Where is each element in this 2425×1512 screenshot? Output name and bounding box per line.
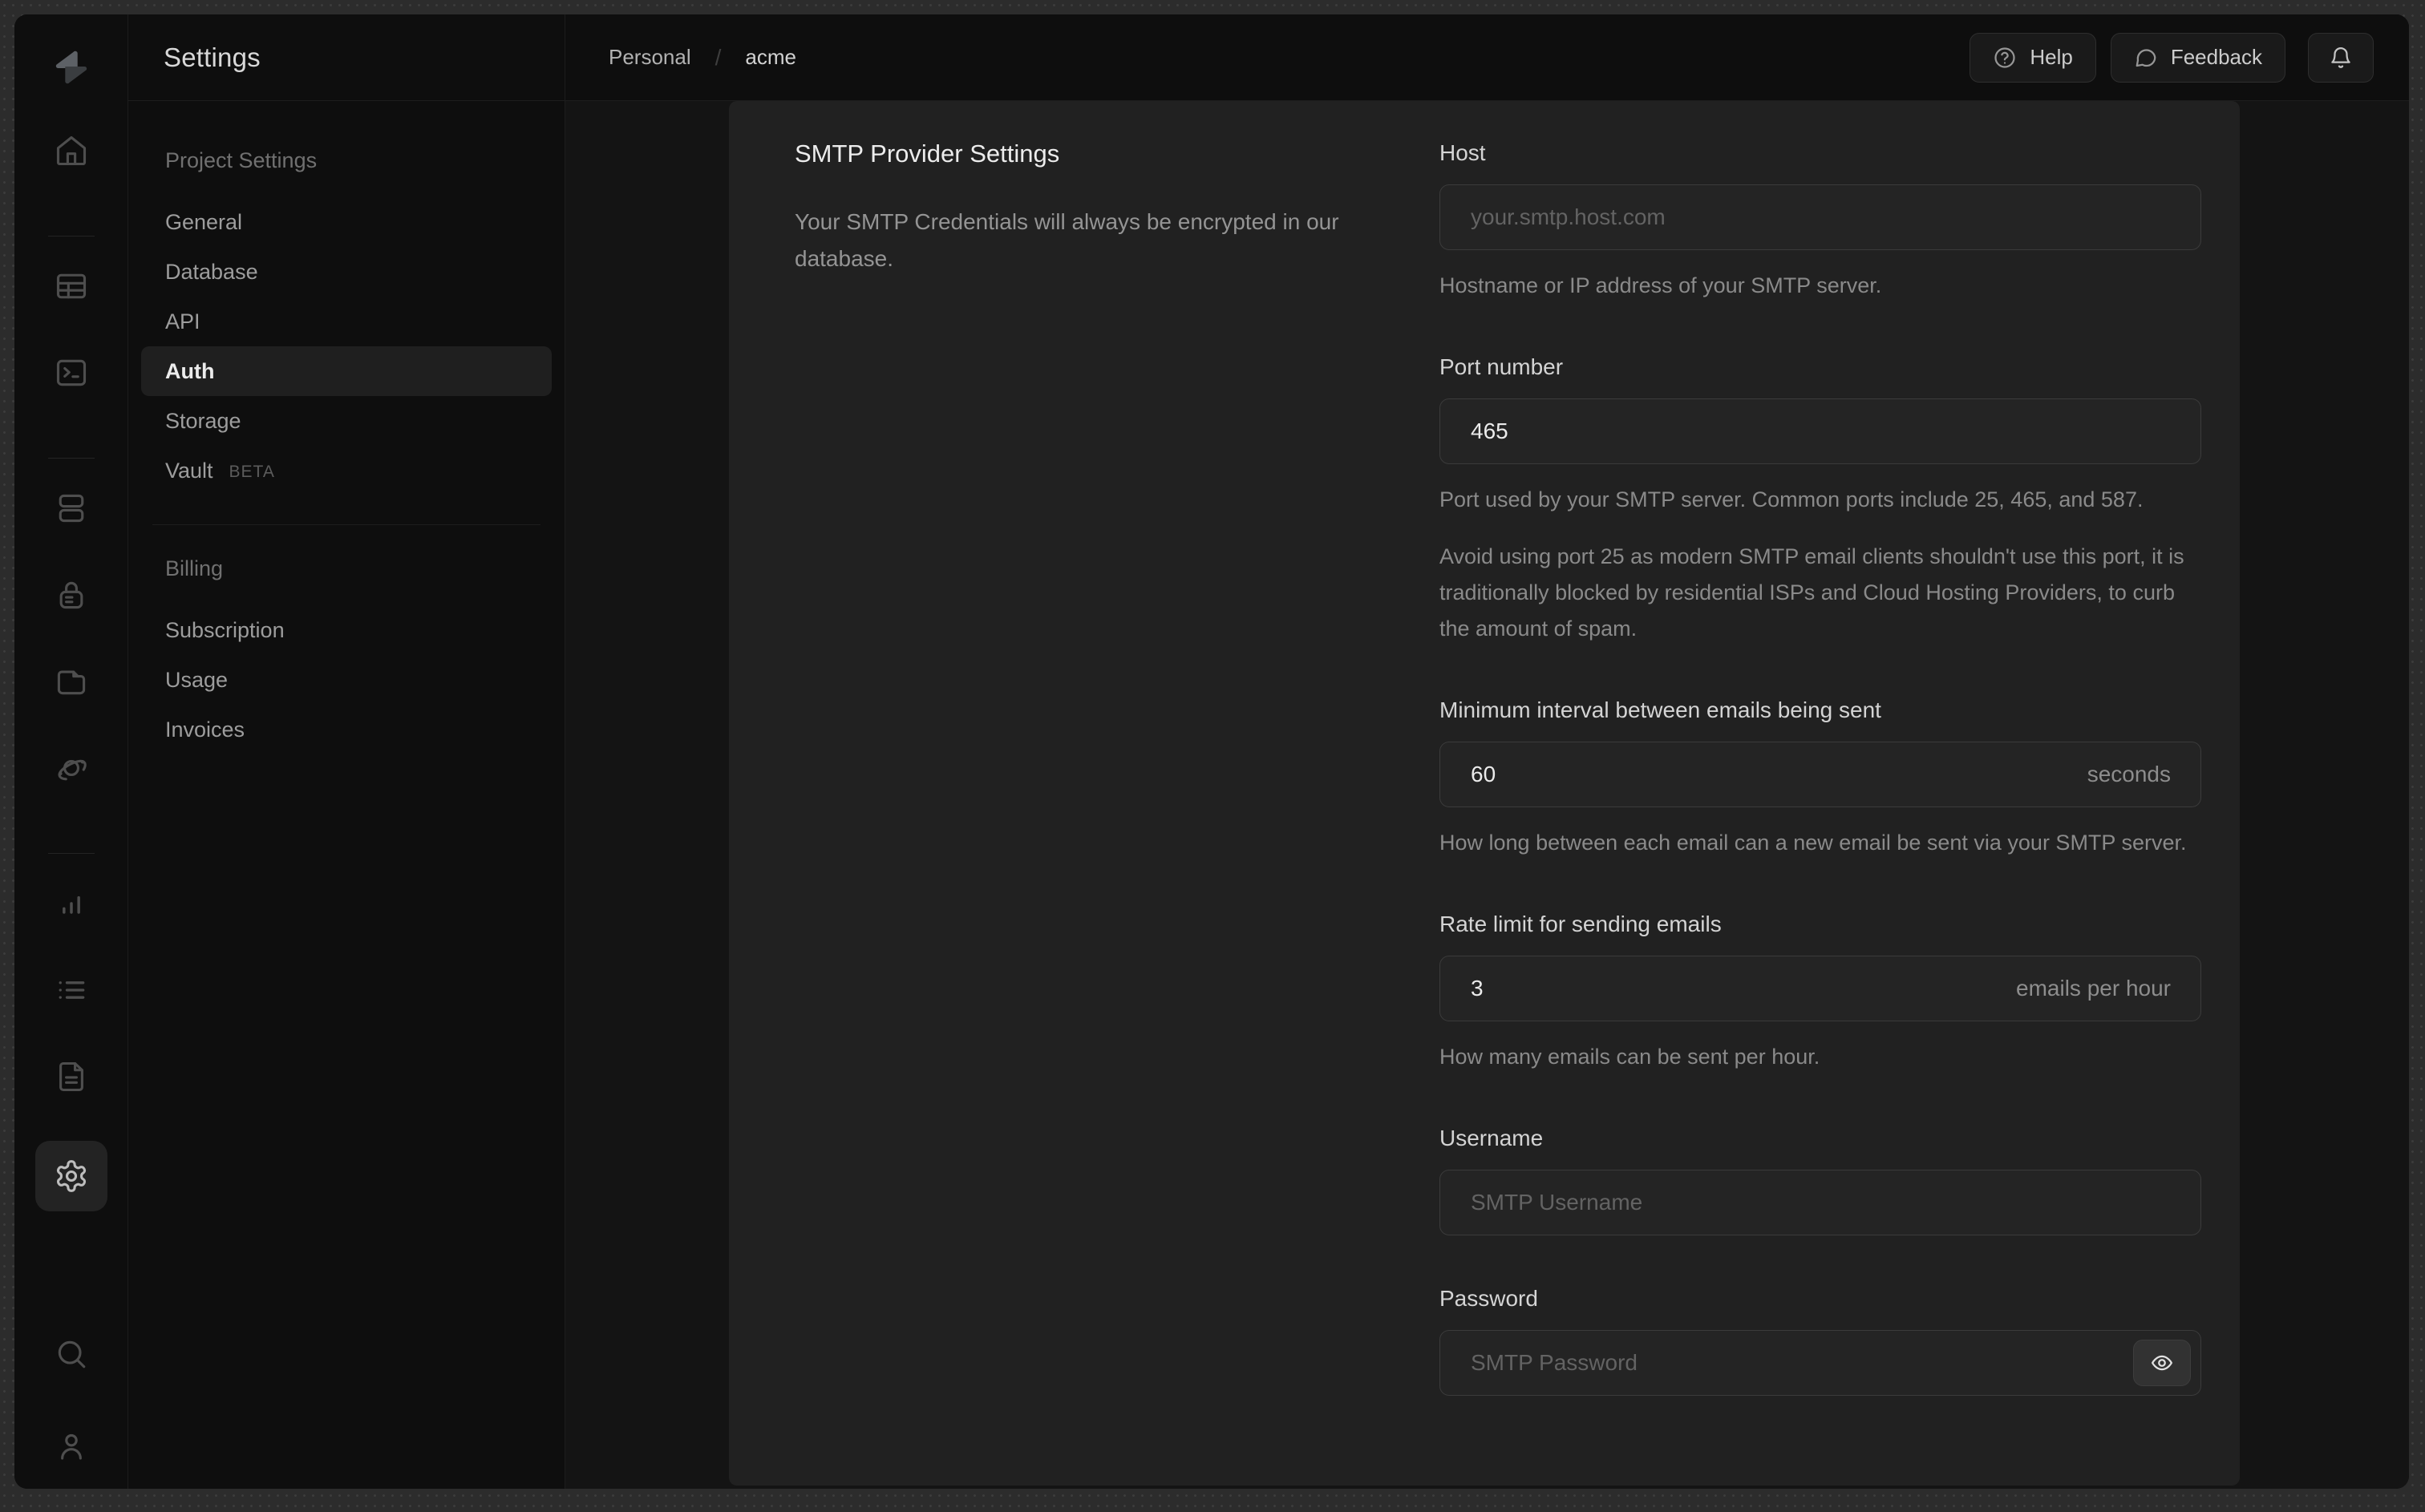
rail-divider: [47, 458, 95, 459]
password-input[interactable]: [1439, 1330, 2201, 1396]
interval-label: Minimum interval between emails being se…: [1439, 697, 1881, 722]
storage-icon[interactable]: [49, 659, 94, 704]
feedback-button-label: Feedback: [2170, 45, 2262, 69]
reports-icon[interactable]: [49, 881, 94, 926]
sidebar-item-label: Usage: [165, 667, 229, 692]
app-window: Settings Project Settings General Databa…: [14, 14, 2409, 1489]
table-editor-icon[interactable]: [49, 264, 94, 309]
settings-gear-icon[interactable]: [34, 1141, 107, 1211]
database-icon[interactable]: [49, 486, 94, 531]
interval-input[interactable]: [1439, 742, 2201, 807]
interval-helper: How long between each email can a new em…: [1439, 831, 2187, 855]
sidebar-item-label: General: [165, 209, 243, 234]
sidebar-item-label: Auth: [165, 358, 215, 383]
sidebar-item-label: Database: [165, 259, 258, 284]
smtp-settings-panel: SMTP Provider Settings Your SMTP Credent…: [729, 101, 2240, 1486]
breadcrumb: Personal / acme: [609, 45, 796, 71]
reveal-password-button[interactable]: [2133, 1340, 2191, 1386]
search-icon[interactable]: [49, 1332, 94, 1377]
sidebar-item-label: Vault: [165, 458, 213, 483]
help-button-label: Help: [2030, 45, 2073, 69]
host-input[interactable]: [1439, 184, 2201, 250]
sql-editor-icon[interactable]: [49, 350, 94, 395]
sidebar-item-auth[interactable]: Auth: [141, 346, 552, 396]
feedback-button[interactable]: Feedback: [2110, 32, 2285, 83]
api-docs-icon[interactable]: [49, 1054, 94, 1099]
rail-bottom: [49, 1332, 94, 1469]
port-helper: Port used by your SMTP server. Common po…: [1439, 487, 2144, 511]
topbar: Personal / acme Help Feedback: [565, 14, 2409, 101]
topbar-actions: Help Feedback: [1970, 32, 2374, 83]
sidebar-item-label: Storage: [165, 408, 241, 433]
beta-badge: BETA: [229, 462, 275, 481]
rate-limit-label: Rate limit for sending emails: [1439, 912, 1722, 936]
sidebar-item-general[interactable]: General: [141, 197, 552, 247]
sidebar-item-usage[interactable]: Usage: [141, 655, 552, 705]
icon-rail: [14, 14, 128, 1489]
auth-lock-icon[interactable]: [49, 572, 94, 617]
section-label-project-settings: Project Settings: [165, 148, 318, 172]
field-group-port: Port number Port used by your SMTP serve…: [1439, 354, 2201, 647]
help-button[interactable]: Help: [1970, 32, 2096, 83]
feedback-bubble-icon: [2136, 48, 2156, 67]
sidebar-item-label: API: [165, 309, 200, 334]
rate-limit-input[interactable]: [1439, 956, 2201, 1021]
panel-description: Your SMTP Credentials will always be enc…: [795, 209, 1339, 271]
help-circle-icon: [1994, 46, 2015, 68]
sidebar-item-subscription[interactable]: Subscription: [141, 605, 552, 655]
username-input[interactable]: [1439, 1170, 2201, 1235]
main-scroll: SMTP Provider Settings Your SMTP Credent…: [565, 101, 2409, 1489]
main-area: Personal / acme Help Feedback SMTP Provi…: [565, 14, 2409, 1489]
host-label: Host: [1439, 140, 1486, 165]
rate-limit-helper: How many emails can be sent per hour.: [1439, 1045, 1820, 1069]
sidebar-title: Settings: [164, 42, 261, 72]
field-group-password: Password: [1439, 1285, 2201, 1396]
port-helper-warning: Avoid using port 25 as modern SMTP email…: [1439, 544, 2184, 641]
sidebar-item-label: Subscription: [165, 617, 285, 642]
sidebar-divider: [152, 524, 540, 525]
sidebar-item-label: Invoices: [165, 717, 245, 742]
password-label: Password: [1439, 1286, 1538, 1311]
breadcrumb-project[interactable]: acme: [745, 45, 796, 70]
sidebar-item-database[interactable]: Database: [141, 247, 552, 297]
rail-divider: [47, 853, 95, 854]
panel-intro: SMTP Provider Settings Your SMTP Credent…: [795, 138, 1356, 1486]
port-input[interactable]: [1439, 398, 2201, 464]
host-helper: Hostname or IP address of your SMTP serv…: [1439, 273, 1882, 297]
notifications-button[interactable]: [2308, 32, 2374, 83]
user-icon[interactable]: [49, 1424, 94, 1469]
edge-functions-icon[interactable]: [49, 746, 94, 790]
home-icon[interactable]: [49, 128, 94, 173]
sidebar-item-api[interactable]: API: [141, 297, 552, 346]
rail-divider: [47, 236, 95, 237]
sidebar-item-vault[interactable]: Vault BETA: [141, 446, 552, 495]
field-group-username: Username: [1439, 1125, 2201, 1235]
username-label: Username: [1439, 1126, 1544, 1150]
section-label-billing: Billing: [165, 556, 224, 580]
supabase-logo-icon[interactable]: [49, 45, 94, 90]
sidebar-item-storage[interactable]: Storage: [141, 396, 552, 446]
sidebar-header: Settings: [128, 14, 565, 101]
smtp-form: Host Hostname or IP address of your SMTP…: [1439, 138, 2201, 1486]
settings-sidebar: Settings Project Settings General Databa…: [128, 14, 565, 1489]
panel-heading: SMTP Provider Settings: [795, 139, 1060, 168]
field-group-rate-limit: Rate limit for sending emails emails per…: [1439, 911, 2201, 1075]
field-group-host: Host Hostname or IP address of your SMTP…: [1439, 139, 2201, 304]
sidebar-item-invoices[interactable]: Invoices: [141, 705, 552, 754]
field-group-interval: Minimum interval between emails being se…: [1439, 697, 2201, 861]
breadcrumb-separator: /: [715, 44, 722, 70]
port-label: Port number: [1439, 354, 1564, 379]
eye-icon: [2152, 1355, 2172, 1371]
breadcrumb-org[interactable]: Personal: [609, 45, 691, 70]
bell-icon: [2331, 46, 2350, 68]
logs-icon[interactable]: [49, 968, 94, 1013]
